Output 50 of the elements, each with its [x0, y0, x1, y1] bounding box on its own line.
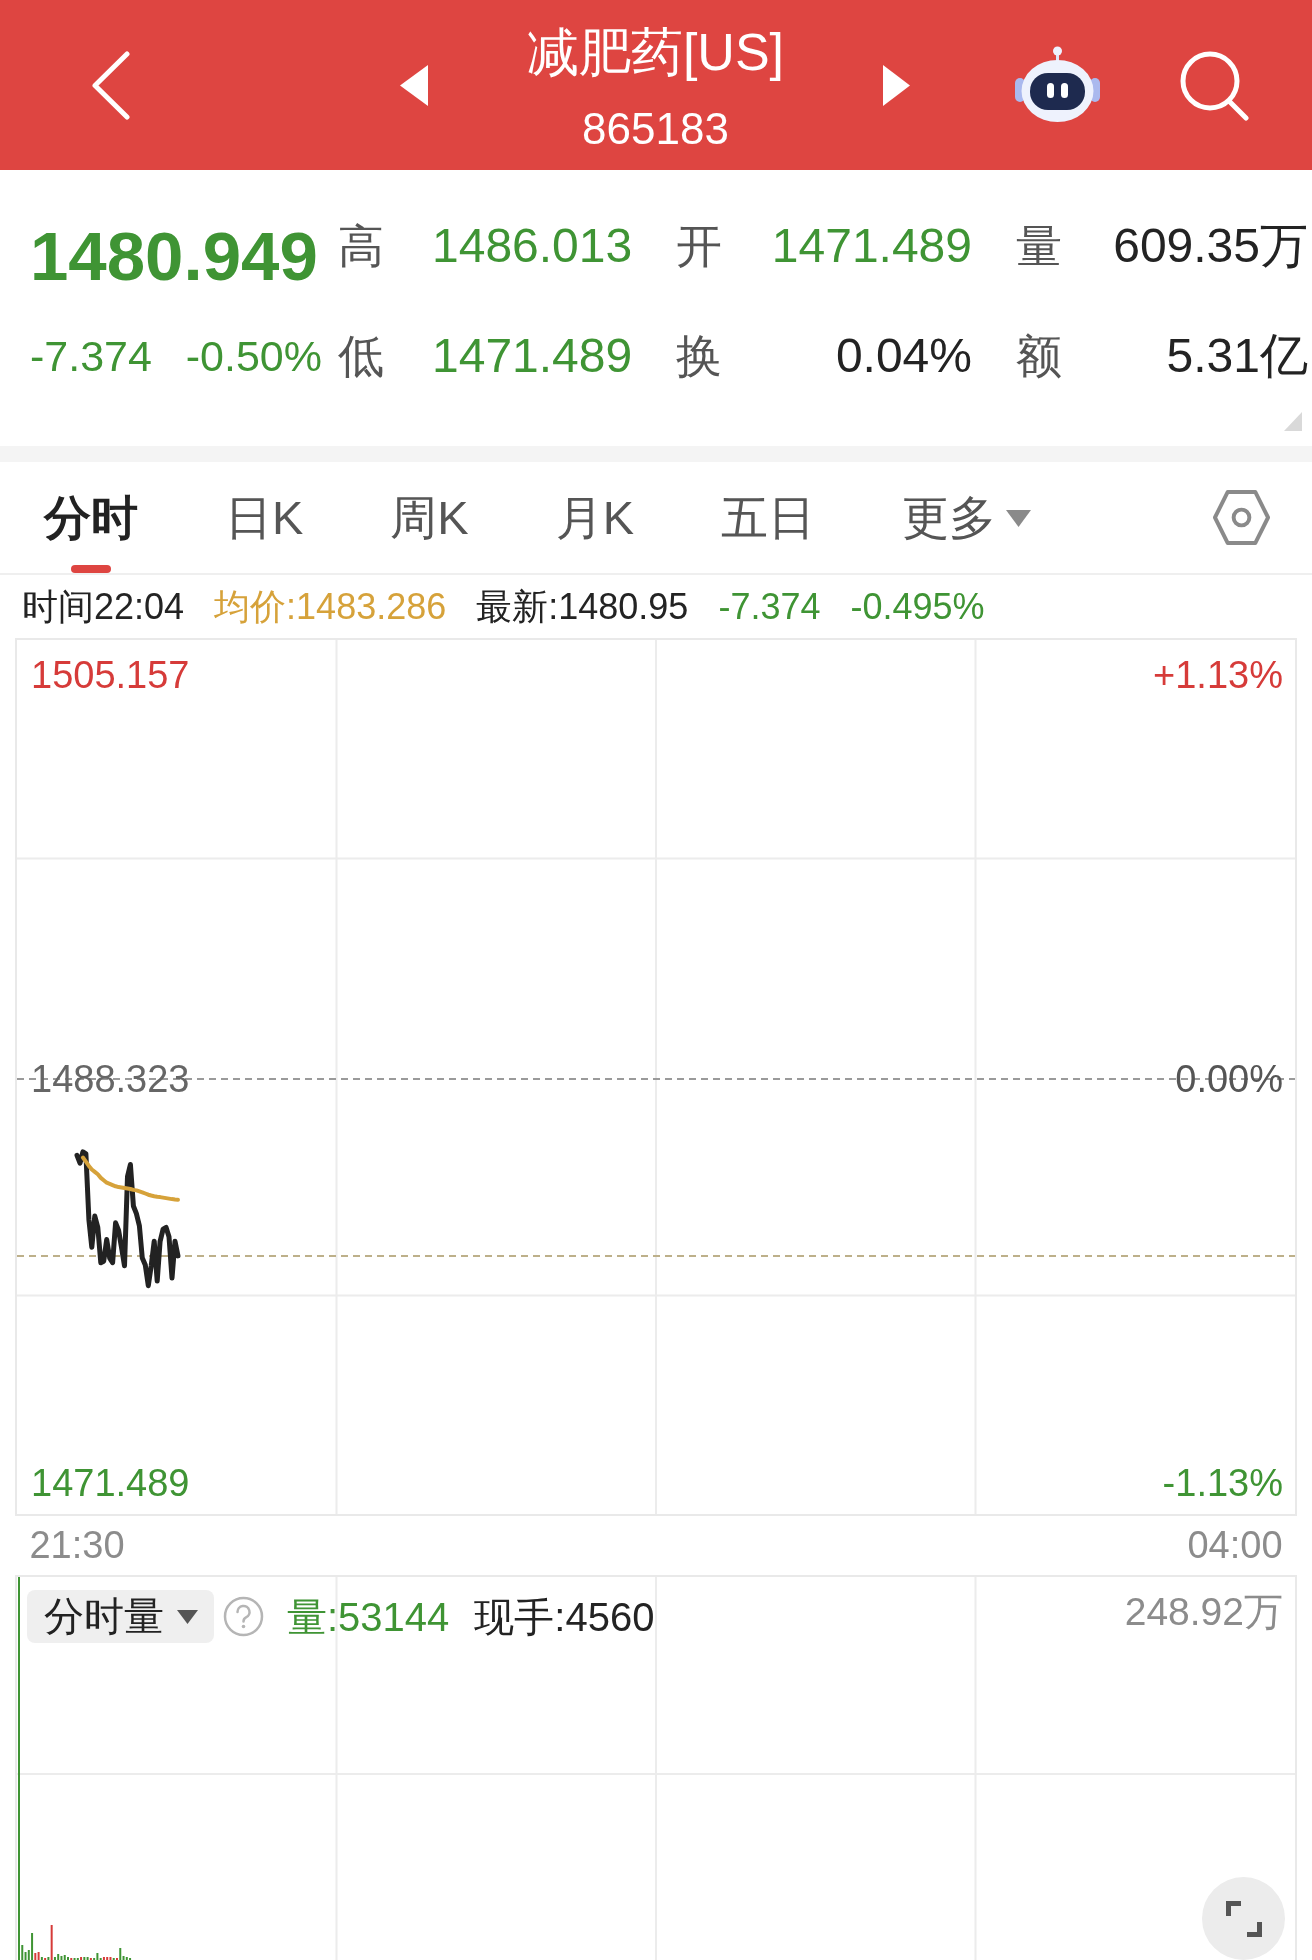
chevron-left-icon[interactable] — [90, 50, 131, 120]
last-price: 1480.949 — [30, 217, 319, 297]
tab[interactable]: 更多 — [902, 462, 1032, 573]
stat-value: 0.04% — [835, 328, 972, 384]
stat-label: 开 — [676, 219, 722, 274]
volume-text: 量:53144 — [287, 1593, 450, 1641]
triangle-left-icon[interactable] — [400, 64, 428, 106]
stat-label: 换 — [676, 329, 722, 384]
tab[interactable]: 分时 — [44, 462, 138, 573]
info-text: 时间22:04 — [22, 584, 185, 629]
tab[interactable]: 日K — [225, 462, 304, 573]
indicator-dropdown[interactable]: 分时量 — [27, 1590, 214, 1643]
info-text: 均价:1483.286 — [214, 584, 447, 629]
last-volume-text: 现手:4560 — [474, 1593, 655, 1641]
stat-value: 1486.013 — [432, 218, 633, 274]
search-icon[interactable] — [1178, 49, 1250, 121]
stock-code: 865183 — [582, 104, 729, 154]
tab[interactable]: 周K — [390, 462, 469, 573]
settings-icon[interactable] — [1212, 488, 1271, 547]
caret-down-icon — [177, 1609, 198, 1624]
info-text: -0.495% — [850, 584, 985, 629]
stat-value: 609.35万 — [1113, 218, 1308, 274]
page-title: 减肥药[US] — [526, 22, 785, 82]
percent-label: 0.00% — [1175, 1057, 1283, 1101]
max-volume-label: 248.92万 — [1124, 1590, 1283, 1634]
info-text: -7.374 — [718, 584, 821, 629]
robot-icon[interactable] — [1015, 46, 1100, 124]
stat-label: 量 — [1016, 219, 1062, 274]
info-text: 最新:1480.95 — [476, 584, 689, 629]
tab[interactable]: 月K — [555, 462, 635, 573]
stat-label: 额 — [1016, 329, 1062, 384]
stat-label: 低 — [338, 329, 384, 384]
stat-value: 1471.489 — [432, 328, 633, 384]
stat-value: 5.31亿 — [1166, 328, 1308, 384]
caret-down-icon[interactable] — [1006, 509, 1032, 527]
tab[interactable]: 五日 — [721, 462, 816, 573]
y-axis-label: 1488.323 — [31, 1057, 190, 1101]
stat-value: 1471.489 — [771, 218, 972, 274]
triangle-right-icon[interactable] — [883, 64, 910, 106]
price-change: -7.374 — [30, 331, 152, 382]
time-label: 04:00 — [1187, 1523, 1283, 1567]
stat-label: 高 — [338, 219, 384, 274]
percent-label: -1.13% — [1162, 1461, 1283, 1505]
y-axis-label: 1505.157 — [31, 653, 190, 697]
corner-brackets-icon — [1225, 1900, 1262, 1937]
percent-label: +1.13% — [1153, 653, 1283, 697]
tab-indicator — [71, 565, 111, 573]
y-axis-label: 1471.489 — [31, 1461, 190, 1505]
change-percent: -0.50% — [185, 331, 322, 382]
time-label: 21:30 — [29, 1523, 125, 1567]
